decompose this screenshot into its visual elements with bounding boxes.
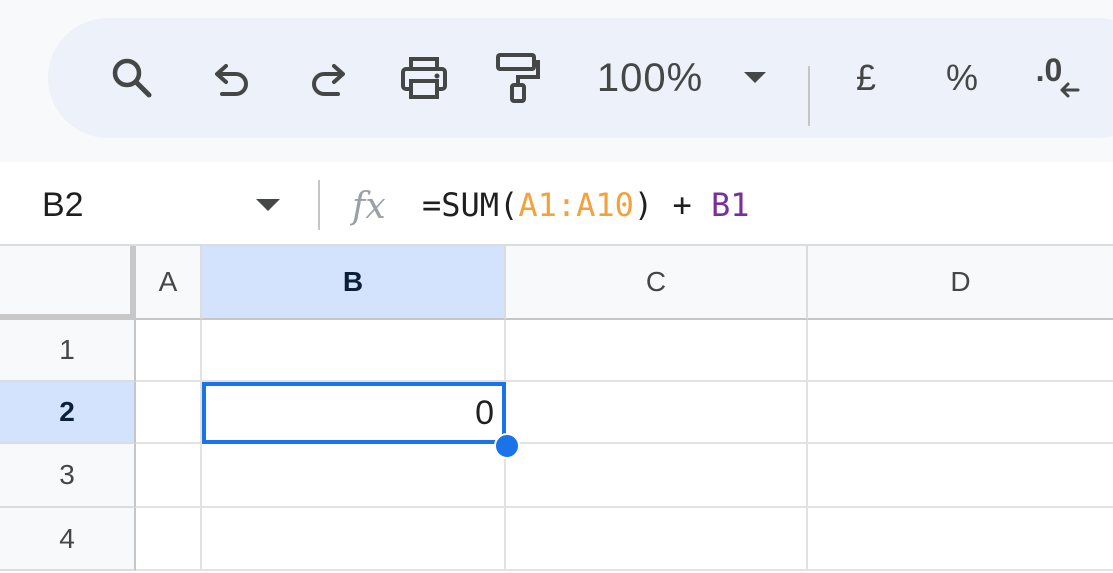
formula-range-ref: A1:A10 <box>518 186 634 224</box>
column-header-c[interactable]: C <box>506 246 808 320</box>
cell-d3[interactable] <box>808 444 1113 508</box>
cell-b2-selected[interactable]: 0 <box>202 382 506 444</box>
cell-a3[interactable] <box>136 444 202 508</box>
cell-a4[interactable] <box>136 508 202 571</box>
cell-a2[interactable] <box>136 382 202 444</box>
redo-icon <box>312 64 345 96</box>
caret-down-icon <box>744 72 766 83</box>
column-header-b[interactable]: B <box>202 246 506 320</box>
cell-b4[interactable] <box>202 508 506 571</box>
paint-format-icon <box>496 53 540 103</box>
cell-c2[interactable] <box>506 382 808 444</box>
cell-c3[interactable] <box>506 444 808 508</box>
fill-handle[interactable] <box>494 433 520 459</box>
undo-icon <box>215 64 248 96</box>
cell-c1[interactable] <box>506 320 808 382</box>
print-button[interactable] <box>396 18 452 138</box>
column-header-a[interactable]: A <box>136 246 202 320</box>
formula-input[interactable]: =SUM(A1:A10) + B1 <box>422 186 750 224</box>
row-header-4[interactable]: 4 <box>0 508 136 571</box>
paint-format-button[interactable] <box>492 18 542 138</box>
cell-d4[interactable] <box>808 508 1113 571</box>
zoom-dropdown-button[interactable] <box>740 18 770 138</box>
toolbar: 100% £ % .0 <box>48 18 1113 138</box>
row-header-2[interactable]: 2 <box>0 382 136 444</box>
formula-mid: ) + <box>633 186 711 224</box>
search-icon <box>112 58 152 98</box>
cell-b1[interactable] <box>202 320 506 382</box>
select-all-corner[interactable] <box>0 246 136 320</box>
zoom-value[interactable]: 100% <box>592 18 708 138</box>
format-percent-button[interactable]: % <box>942 18 982 138</box>
cell-d2[interactable] <box>808 382 1113 444</box>
print-icon <box>401 57 447 99</box>
cell-d1[interactable] <box>808 320 1113 382</box>
cell-a1[interactable] <box>136 320 202 382</box>
undo-button[interactable] <box>208 18 258 138</box>
name-box[interactable]: B2 <box>42 186 84 225</box>
search-button[interactable] <box>104 18 160 138</box>
decrease-decimal-button[interactable]: .0 <box>1030 18 1090 138</box>
toolbar-area: 100% £ % .0 <box>0 0 1113 162</box>
caret-down-icon <box>256 199 280 211</box>
formula-bar: B2 fx =SUM(A1:A10) + B1 <box>0 162 1113 246</box>
redo-button[interactable] <box>302 18 352 138</box>
formula-bar-separator <box>318 180 320 230</box>
row-header-3[interactable]: 3 <box>0 444 136 508</box>
format-currency-button[interactable]: £ <box>848 18 884 138</box>
cell-c4[interactable] <box>506 508 808 571</box>
formula-prefix: =SUM( <box>422 186 519 224</box>
row-header-1[interactable]: 1 <box>0 320 136 382</box>
name-box-dropdown[interactable] <box>256 198 280 216</box>
toolbar-separator <box>808 66 810 126</box>
spreadsheet-grid: A B C D 1 2 3 4 0 <box>0 246 1113 573</box>
svg-text:fx: fx <box>350 186 386 226</box>
cell-b3[interactable] <box>202 444 506 508</box>
fx-icon: fx <box>349 184 398 231</box>
arrow-left-icon <box>1060 82 1080 98</box>
column-header-d[interactable]: D <box>808 246 1113 320</box>
formula-cell-ref: B1 <box>710 186 750 224</box>
